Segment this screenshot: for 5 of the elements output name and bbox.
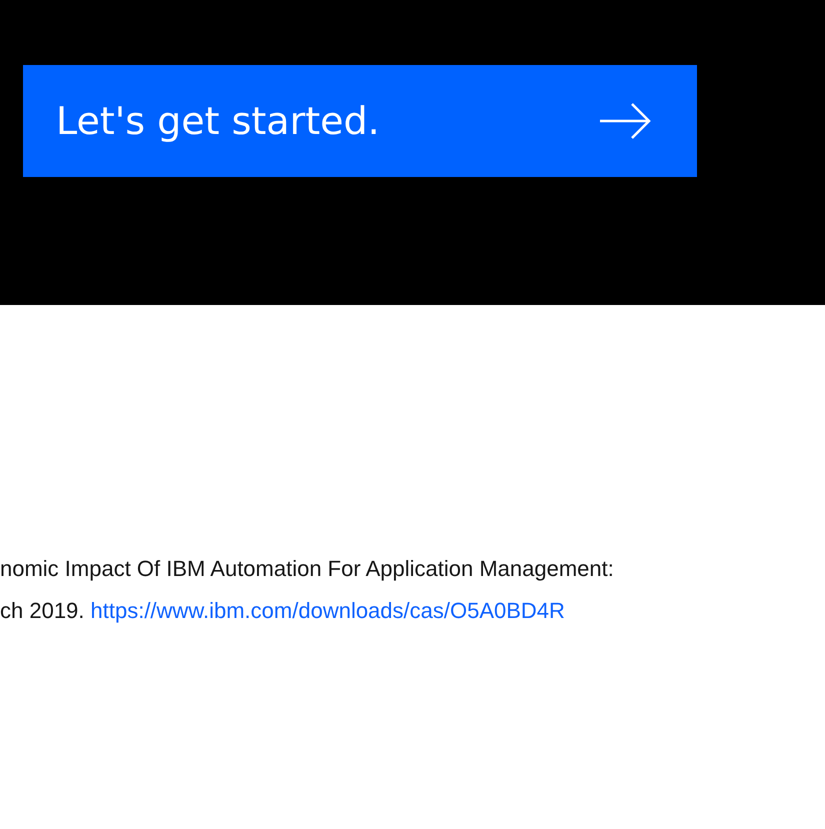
get-started-button[interactable]: Let's get started. <box>23 65 697 177</box>
footnote-text: ch 2019. https://www.ibm.com/downloads/cas/O5A0BD4R <box>0 597 566 625</box>
footnote-link[interactable]: https://www.ibm.com/downloads/cas/O5A0BD4R <box>90 598 565 623</box>
footnote-text: nomic Impact Of IBM Automation For Application Management: <box>0 555 615 583</box>
arrow-icon <box>599 102 651 140</box>
